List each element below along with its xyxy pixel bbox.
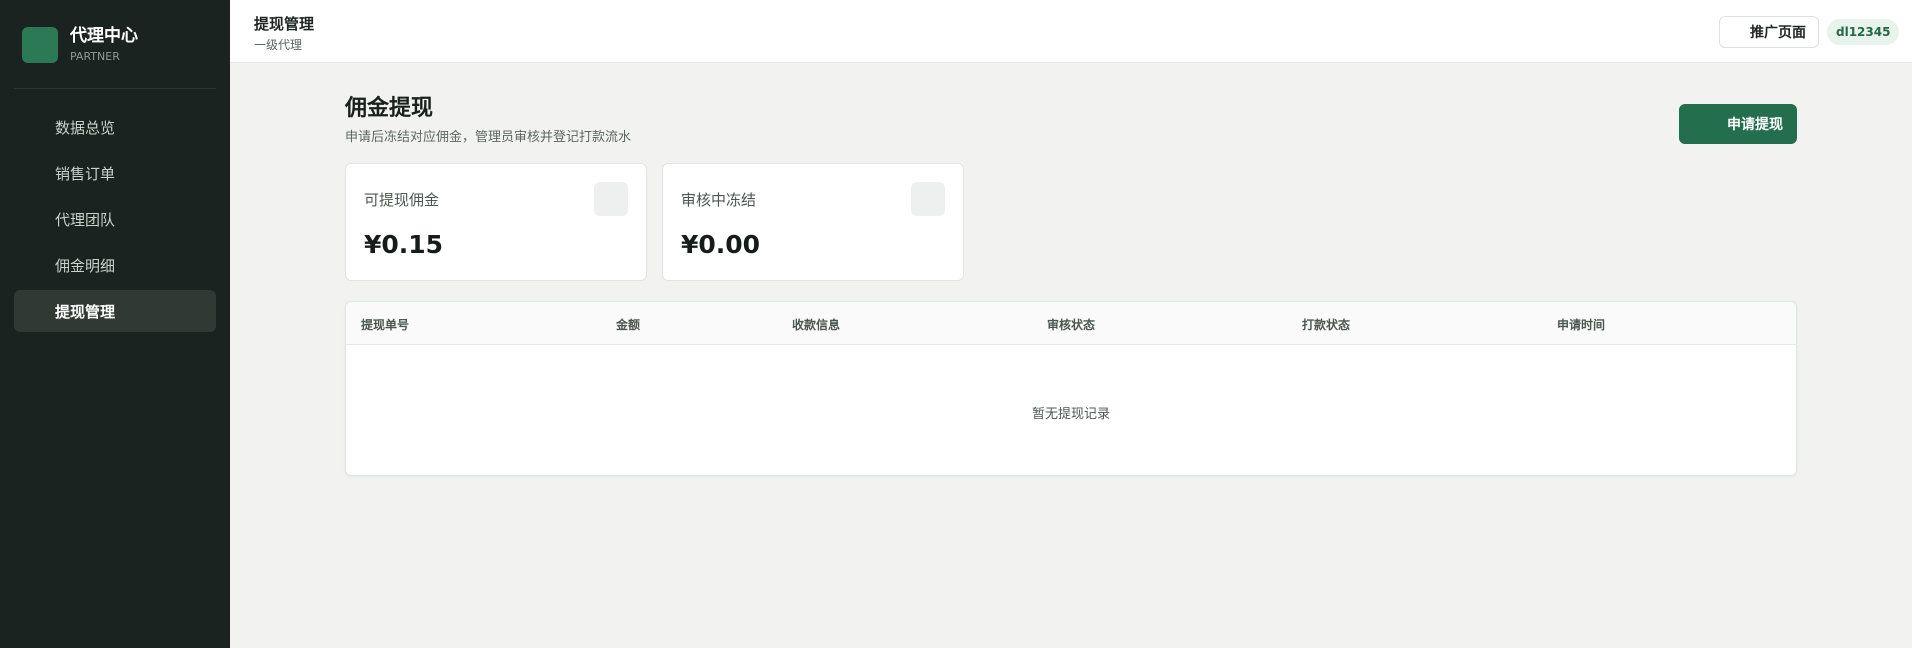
withdrawals-table: 提现单号 金额 收款信息 审核状态 打款状态 申请时间 暂无提现记录 <box>345 301 1797 476</box>
stat-value: ¥0.00 <box>681 230 761 259</box>
brand-subtitle: PARTNER <box>70 50 120 63</box>
column-header-id: 提现单号 <box>361 318 410 332</box>
brand-logo <box>22 27 58 63</box>
sidebar-item-label: 数据总览 <box>55 118 116 137</box>
sidebar-item-withdrawals[interactable]: 提现管理 <box>14 290 216 332</box>
sidebar-item-overview[interactable]: 数据总览 <box>14 106 216 148</box>
column-header-amount: 金额 <box>616 318 641 332</box>
column-header-payment-status: 打款状态 <box>1302 318 1351 332</box>
sidebar: 代理中心 PARTNER 数据总览 销售订单 代理团队 佣金明细 提现管理 <box>0 0 230 648</box>
stat-card-available: 可提现佣金 ¥0.15 <box>345 163 647 281</box>
brand-title: 代理中心 <box>70 26 138 46</box>
stat-label: 审核中冻结 <box>681 191 757 209</box>
stat-label: 可提现佣金 <box>364 191 440 209</box>
table-empty-message: 暂无提现记录 <box>1031 407 1110 422</box>
stat-value: ¥0.15 <box>364 230 444 259</box>
top-header: 提现管理 一级代理 推广页面 dl12345 <box>230 0 1912 63</box>
promo-page-button[interactable]: 推广页面 <box>1719 16 1819 48</box>
brand: 代理中心 PARTNER <box>22 25 138 65</box>
sidebar-item-orders[interactable]: 销售订单 <box>14 152 216 194</box>
wallet-icon <box>594 182 628 216</box>
apply-withdrawal-button[interactable]: 申请提现 <box>1679 104 1797 144</box>
sidebar-item-label: 佣金明细 <box>55 256 116 275</box>
sidebar-item-team[interactable]: 代理团队 <box>14 198 216 240</box>
sidebar-item-label: 代理团队 <box>55 210 116 229</box>
sidebar-nav: 数据总览 销售订单 代理团队 佣金明细 提现管理 <box>14 106 216 336</box>
lock-icon <box>911 182 945 216</box>
header-subtitle: 一级代理 <box>254 38 303 52</box>
table-header-row: 提现单号 金额 收款信息 审核状态 打款状态 申请时间 <box>346 302 1796 345</box>
stat-card-frozen: 审核中冻结 ¥0.00 <box>662 163 964 281</box>
sidebar-item-label: 提现管理 <box>55 302 116 321</box>
column-header-payee: 收款信息 <box>792 318 841 332</box>
column-header-review-status: 审核状态 <box>1047 318 1096 332</box>
page-description: 申请后冻结对应佣金，管理员审核并登记打款流水 <box>345 130 632 145</box>
header-title: 提现管理 <box>254 15 315 33</box>
user-badge[interactable]: dl12345 <box>1827 19 1900 45</box>
sidebar-item-label: 销售订单 <box>55 164 116 183</box>
column-header-applied-time: 申请时间 <box>1557 318 1606 332</box>
sidebar-divider <box>14 88 216 89</box>
sidebar-item-commission[interactable]: 佣金明细 <box>14 244 216 286</box>
page-title: 佣金提现 <box>345 96 434 121</box>
